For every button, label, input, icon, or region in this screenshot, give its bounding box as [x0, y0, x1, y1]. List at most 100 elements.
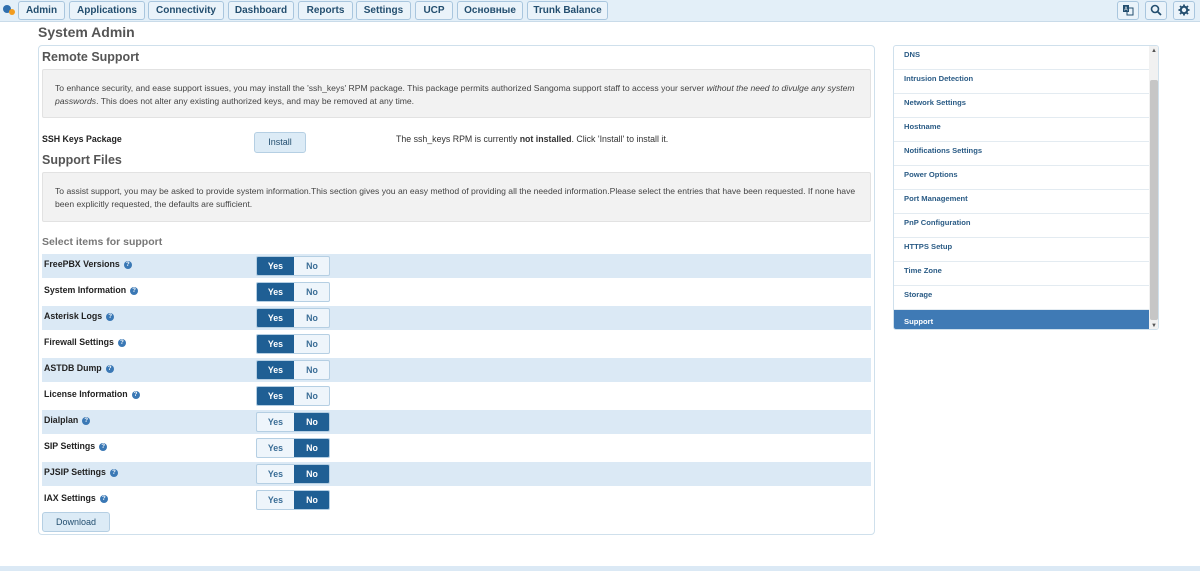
ssh-status-suffix: . Click 'Install' to install it.: [571, 134, 669, 144]
help-icon[interactable]: ?: [106, 313, 115, 321]
translate-icon: A: [1123, 5, 1134, 16]
yes-no-toggle: Yes No: [256, 282, 330, 302]
support-item-label: License Information?: [44, 389, 140, 399]
yes-option[interactable]: Yes: [257, 465, 294, 483]
support-files-heading: Support Files: [42, 153, 122, 167]
no-option[interactable]: No: [294, 335, 329, 353]
nav-connectivity[interactable]: Connectivity: [148, 1, 224, 20]
ssh-status-value: not installed: [519, 134, 572, 144]
yes-option[interactable]: Yes: [257, 335, 294, 353]
yes-no-toggle: Yes No: [256, 256, 330, 276]
support-item-row: Dialplan? Yes No: [42, 410, 871, 434]
yes-option[interactable]: Yes: [257, 387, 294, 405]
yes-no-toggle: Yes No: [256, 386, 330, 406]
sidebar-item-https-setup[interactable]: HTTPS Setup: [894, 238, 1149, 262]
yes-option[interactable]: Yes: [257, 309, 294, 327]
yes-no-toggle: Yes No: [256, 360, 330, 380]
no-option[interactable]: No: [294, 465, 329, 483]
support-item-label: ASTDB Dump?: [44, 363, 114, 373]
no-option[interactable]: No: [294, 387, 329, 405]
support-item-text: System Information: [44, 285, 127, 295]
yes-no-toggle: Yes No: [256, 464, 330, 484]
yes-no-toggle: Yes No: [256, 490, 330, 510]
yes-option[interactable]: Yes: [257, 439, 294, 457]
support-item-label: Firewall Settings?: [44, 337, 126, 347]
sidebar-item-intrusion-detection[interactable]: Intrusion Detection: [894, 70, 1149, 94]
nav-reports[interactable]: Reports: [298, 1, 353, 20]
help-icon[interactable]: ?: [99, 443, 108, 451]
yes-option[interactable]: Yes: [257, 413, 294, 431]
support-item-text: Asterisk Logs: [44, 311, 103, 321]
settings-button[interactable]: [1173, 1, 1195, 20]
sidebar-item-support[interactable]: Support: [894, 310, 1149, 329]
sidebar-item-time-zone[interactable]: Time Zone: [894, 262, 1149, 286]
support-item-row: Firewall Settings? Yes No: [42, 332, 871, 356]
scroll-thumb[interactable]: [1150, 80, 1158, 320]
yes-option[interactable]: Yes: [257, 491, 294, 509]
footer-bar: [0, 566, 1200, 571]
install-button[interactable]: Install: [254, 132, 306, 153]
no-option[interactable]: No: [294, 491, 329, 509]
help-icon[interactable]: ?: [109, 469, 118, 477]
app-logo-icon[interactable]: [2, 3, 16, 17]
support-item-text: IAX Settings: [44, 493, 96, 503]
scroll-up-icon[interactable]: ▲: [1150, 47, 1158, 55]
ssh-status-prefix: The ssh_keys RPM is currently: [396, 134, 520, 144]
help-icon[interactable]: ?: [105, 365, 114, 373]
support-item-text: Dialplan: [44, 415, 79, 425]
yes-no-toggle: Yes No: [256, 334, 330, 354]
remote-support-heading: Remote Support: [42, 50, 140, 64]
nav-settings[interactable]: Settings: [356, 1, 411, 20]
support-item-label: SIP Settings?: [44, 441, 108, 451]
sidebar-item-pnp-configuration[interactable]: PnP Configuration: [894, 214, 1149, 238]
help-icon[interactable]: ?: [123, 261, 132, 269]
sidebar-item-notifications-settings[interactable]: Notifications Settings: [894, 142, 1149, 166]
scroll-down-icon[interactable]: ▼: [1150, 322, 1158, 329]
help-icon[interactable]: ?: [117, 339, 126, 347]
nav-applications[interactable]: Applications: [69, 1, 145, 20]
sidebar-item-network-settings[interactable]: Network Settings: [894, 94, 1149, 118]
remote-info-text-end: . This does not alter any existing autho…: [96, 96, 415, 106]
sidebar-scrollbar[interactable]: ▲ ▼: [1149, 46, 1158, 329]
sidebar-item-dns[interactable]: DNS: [894, 46, 1149, 70]
no-option[interactable]: No: [294, 361, 329, 379]
translate-button[interactable]: A: [1117, 1, 1139, 20]
download-button[interactable]: Download: [42, 512, 110, 532]
sidebar-item-storage[interactable]: Storage: [894, 286, 1149, 310]
nav-dashboard[interactable]: Dashboard: [228, 1, 294, 20]
support-item-text: ASTDB Dump: [44, 363, 102, 373]
help-icon[interactable]: ?: [130, 287, 139, 295]
support-files-info: To assist support, you may be asked to p…: [42, 172, 871, 222]
nav-trunk-balance[interactable]: Trunk Balance: [527, 1, 608, 20]
support-item-text: Firewall Settings: [44, 337, 114, 347]
yes-option[interactable]: Yes: [257, 283, 294, 301]
help-icon[interactable]: ?: [131, 391, 140, 399]
support-item-label: IAX Settings?: [44, 493, 108, 503]
yes-option[interactable]: Yes: [257, 361, 294, 379]
no-option[interactable]: No: [294, 257, 329, 275]
no-option[interactable]: No: [294, 439, 329, 457]
no-option[interactable]: No: [294, 309, 329, 327]
no-option[interactable]: No: [294, 413, 329, 431]
sidebar-item-power-options[interactable]: Power Options: [894, 166, 1149, 190]
support-item-text: PJSIP Settings: [44, 467, 106, 477]
page-title: System Admin: [38, 24, 135, 40]
help-icon[interactable]: ?: [82, 417, 91, 425]
sidebar-item-port-management[interactable]: Port Management: [894, 190, 1149, 214]
yes-no-toggle: Yes No: [256, 412, 330, 432]
support-item-row: SIP Settings? Yes No: [42, 436, 871, 460]
search-button[interactable]: [1145, 1, 1167, 20]
yes-option[interactable]: Yes: [257, 257, 294, 275]
no-option[interactable]: No: [294, 283, 329, 301]
support-item-label: Dialplan?: [44, 415, 91, 425]
support-item-row: FreePBX Versions? Yes No: [42, 254, 871, 278]
nav-osnovnye[interactable]: Основные: [457, 1, 523, 20]
help-icon[interactable]: ?: [99, 495, 108, 503]
support-item-row: System Information? Yes No: [42, 280, 871, 304]
sidebar-item-hostname[interactable]: Hostname: [894, 118, 1149, 142]
support-item-label: PJSIP Settings?: [44, 467, 118, 477]
support-item-label: FreePBX Versions?: [44, 259, 132, 269]
support-item-label: System Information?: [44, 285, 139, 295]
nav-ucp[interactable]: UCP: [415, 1, 453, 20]
nav-admin[interactable]: Admin: [18, 1, 65, 20]
